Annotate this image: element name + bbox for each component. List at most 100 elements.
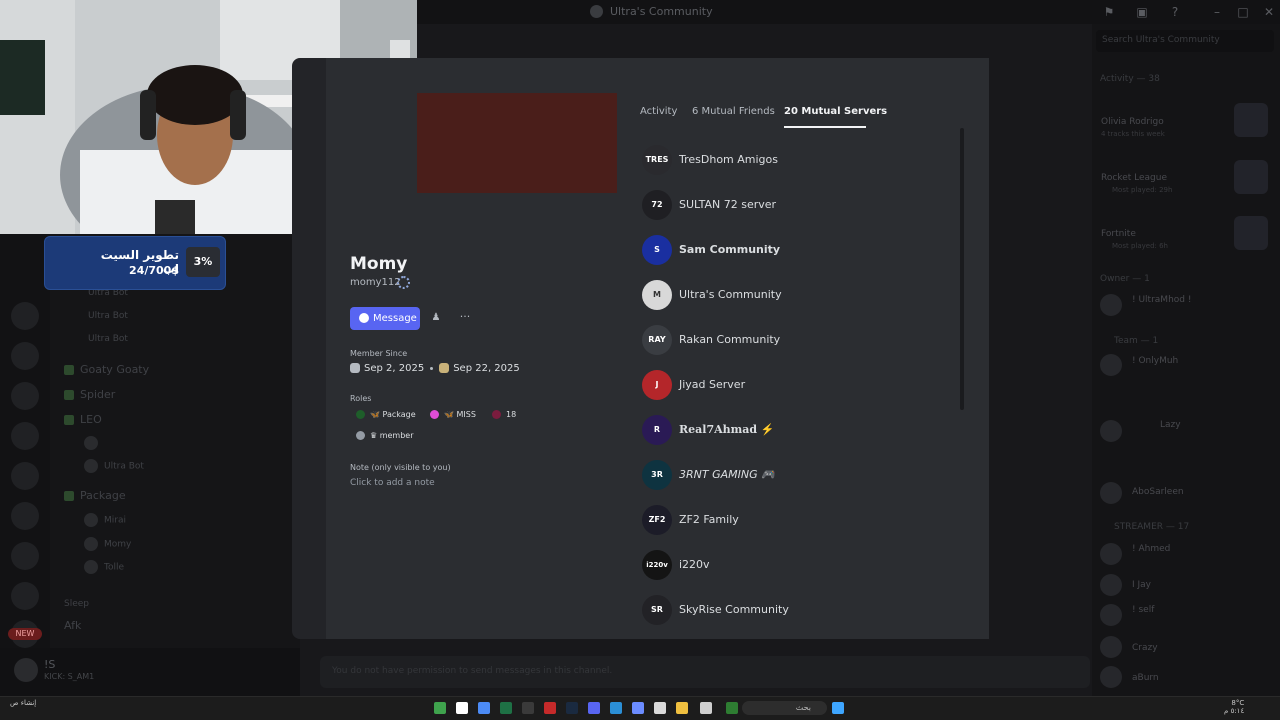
channel-user[interactable] [84,436,104,450]
butterfly-icon: 🦋 [370,410,383,419]
mutual-server-item[interactable]: RAY Rakan Community [642,325,942,357]
avatar[interactable] [1100,482,1122,504]
app-icon[interactable] [726,702,738,714]
mutual-server-item[interactable]: 72 SULTAN 72 server [642,190,942,222]
channel-user[interactable]: Ultra Bot [84,459,144,473]
steam-icon[interactable] [566,702,578,714]
mutual-server-item[interactable]: i220v i220v [642,550,942,582]
discord-icon[interactable] [588,702,600,714]
server-icon[interactable] [11,342,39,370]
activity-thumbnail[interactable] [1234,160,1268,194]
more-options-icon[interactable]: ··· [457,311,473,325]
tab-mutual-servers[interactable]: 20 Mutual Servers [784,106,887,117]
channel-item[interactable]: Afk [64,619,81,632]
inbox-icon[interactable]: ⚑ [1102,5,1116,19]
windows-start-icon[interactable] [832,702,844,714]
user-label: Momy [104,539,132,550]
server-icon[interactable] [11,422,39,450]
channel-user[interactable]: Mirai [84,513,126,527]
activity-title[interactable]: Rocket League [1101,173,1167,183]
role-pill[interactable]: 18 [492,410,516,419]
server-name: SkyRise Community [679,603,789,616]
app-icon[interactable] [522,702,534,714]
channel-category[interactable]: Sleep [64,599,89,609]
mutual-server-item[interactable]: TRES TresDhom Amigos [642,145,942,177]
avatar[interactable] [1100,666,1122,688]
help-icon[interactable]: ? [1168,5,1182,19]
channel-item[interactable]: LEO [64,413,102,426]
channel-item[interactable]: Goaty Goaty [64,363,149,376]
server-icon[interactable] [11,382,39,410]
avatar[interactable] [1100,604,1122,626]
server-icon: J [642,370,672,400]
mutual-server-item[interactable]: 3R 3RNT GAMING 🎮 [642,460,942,492]
avatar[interactable] [1100,354,1122,376]
add-friend-icon[interactable]: ♟ [429,311,443,325]
avatar[interactable] [14,658,38,682]
mutual-server-item[interactable]: ZF2 ZF2 Family [642,505,942,537]
browser-icon[interactable] [478,702,490,714]
channel-item[interactable]: Package [64,489,126,502]
member-name[interactable]: I Jay [1132,580,1151,590]
scrollbar[interactable] [960,128,964,410]
server-icon[interactable] [11,302,39,330]
gift-icon[interactable]: ▣ [1135,5,1149,19]
server-icon[interactable] [11,462,39,490]
minimize-icon[interactable]: – [1210,5,1224,19]
folder-icon[interactable] [676,702,688,714]
mutual-server-item[interactable]: S Sam Community [642,235,942,267]
server-icon[interactable] [11,502,39,530]
mutual-server-item[interactable]: J Jiyad Server [642,370,942,402]
role-pill[interactable]: 🦋 Package [356,410,416,419]
activity-title[interactable]: Olivia Rodrigo [1101,117,1164,127]
app-icon[interactable] [632,702,644,714]
app-icon[interactable] [544,702,556,714]
avatar[interactable] [1100,636,1122,658]
app-icon[interactable] [654,702,666,714]
avatar[interactable] [1100,574,1122,596]
activity-title[interactable]: Fortnite [1101,229,1136,239]
member-name[interactable]: aBurn [1132,673,1159,683]
app-icon[interactable] [700,702,712,714]
mutual-server-item[interactable]: SR SkyRise Community [642,595,942,627]
tab-mutual-friends[interactable]: 6 Mutual Friends [692,106,775,117]
activity-thumbnail[interactable] [1234,216,1268,250]
member-since-discord: Sep 2, 2025 [364,363,425,374]
member-name[interactable]: ! Ahmed [1132,544,1170,554]
member-name[interactable]: Lazy [1160,420,1181,430]
member-name[interactable]: ! self [1132,605,1154,615]
channel-label: Package [80,489,126,502]
role-pill[interactable]: 🦋 MISS [430,410,476,419]
channel-user[interactable]: Ultra Bot [88,334,128,344]
channel-user[interactable]: Tolle [84,560,124,574]
edge-icon[interactable] [610,702,622,714]
tab-activity[interactable]: Activity [640,106,677,117]
member-name[interactable]: AboSarleen [1132,487,1184,497]
new-badge[interactable]: NEW [8,628,42,640]
maximize-icon[interactable]: □ [1236,5,1250,19]
mutual-server-item[interactable]: M Ultra's Community [642,280,942,312]
server-icon[interactable] [11,542,39,570]
avatar[interactable] [1100,543,1122,565]
mutual-server-item[interactable]: R Real7Ahmad ⚡ [642,415,942,447]
avatar[interactable] [1100,294,1122,316]
channel-user[interactable]: Ultra Bot [88,311,128,321]
server-icon[interactable] [11,582,39,610]
chat-bubble-icon [359,313,369,323]
note-input[interactable]: Click to add a note [350,478,435,488]
app-icon[interactable] [456,702,468,714]
server-icon: TRES [642,145,672,175]
taskbar-clock[interactable]: 8°C ٥:١٤ م [1224,699,1244,715]
role-pill[interactable]: ♛ member [356,431,414,440]
avatar[interactable] [1100,420,1122,442]
channel-item[interactable]: Spider [64,388,115,401]
activity-thumbnail[interactable] [1234,103,1268,137]
close-icon[interactable]: ✕ [1262,5,1276,19]
member-name[interactable]: ! OnlyMuh [1132,356,1178,366]
app-icon[interactable] [434,702,446,714]
member-name[interactable]: ! UltraMhod ! [1132,295,1191,305]
member-name[interactable]: Crazy [1132,643,1158,653]
excel-icon[interactable] [500,702,512,714]
channel-user[interactable]: Momy [84,537,131,551]
search-input[interactable]: بحث [742,701,827,715]
